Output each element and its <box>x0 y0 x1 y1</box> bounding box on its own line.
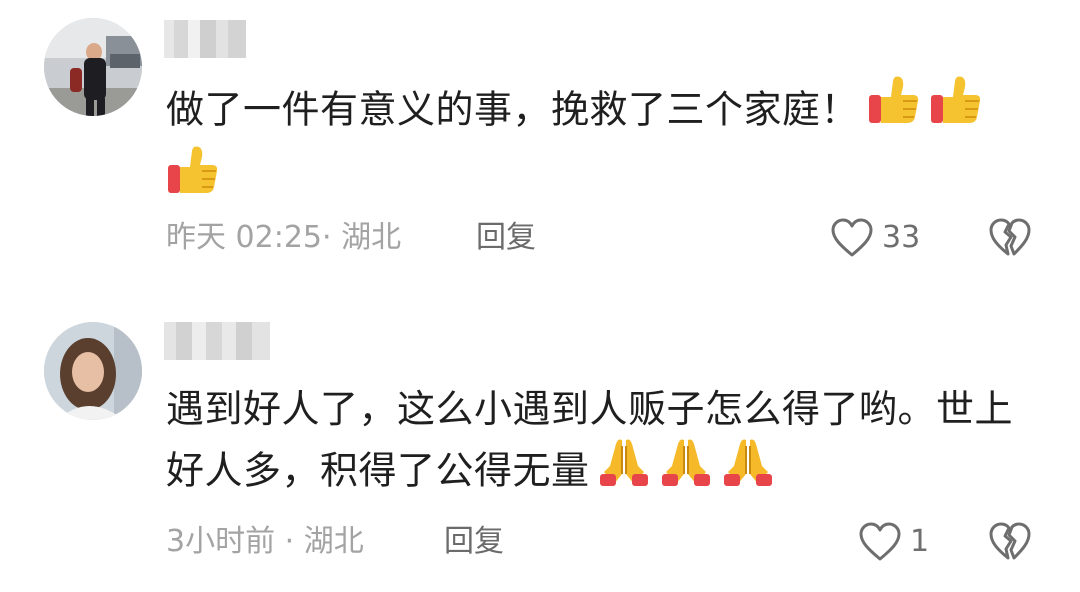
like-button[interactable]: 33 <box>830 218 920 258</box>
comment-time: 3小时前 <box>166 524 276 559</box>
username-blurred[interactable] <box>164 20 246 58</box>
avatar[interactable] <box>44 18 142 116</box>
comment-meta: 3小时前 · 湖北 <box>166 522 364 562</box>
comment-location: · 湖北 <box>284 524 364 559</box>
username-blurred[interactable] <box>164 322 270 360</box>
folded-hands-emoji <box>596 434 652 504</box>
comment-meta: 昨天 02:25· 湖北 <box>166 218 401 258</box>
avatar[interactable] <box>44 322 142 420</box>
broken-heart-icon <box>989 218 1031 256</box>
comment-item: 做了一件有意义的事，挽救了三个家庭！ 昨天 02:25· 湖北 回复 33 <box>0 0 1080 290</box>
like-button[interactable]: 1 <box>858 522 929 562</box>
heart-outline-icon <box>831 218 873 257</box>
comment-body: 遇到好人了，这么小遇到人贩子怎么得了哟。世上好人多，积得了公得无量 <box>166 387 1014 493</box>
broken-heart-icon <box>989 522 1031 560</box>
comment-body: 做了一件有意义的事，挽救了三个家庭！ <box>166 87 860 132</box>
thumbs-up-emoji <box>929 73 983 143</box>
comment-text: 遇到好人了，这么小遇到人贩子怎么得了哟。世上好人多，积得了公得无量 <box>166 380 1026 508</box>
like-count: 1 <box>910 524 930 559</box>
dislike-button[interactable] <box>988 218 1032 262</box>
like-count: 33 <box>882 220 921 255</box>
comment-location: · 湖北 <box>322 220 402 255</box>
comment-time: 昨天 02:25 <box>166 220 322 255</box>
comment-item: 遇到好人了，这么小遇到人贩子怎么得了哟。世上好人多，积得了公得无量 3小时前 ·… <box>0 300 1080 592</box>
reply-button[interactable]: 回复 <box>476 218 536 258</box>
comment-text: 做了一件有意义的事，挽救了三个家庭！ <box>166 76 1056 217</box>
folded-hands-emoji <box>720 434 776 504</box>
folded-hands-emoji <box>658 434 714 504</box>
reply-button[interactable]: 回复 <box>444 522 504 562</box>
dislike-button[interactable] <box>988 522 1032 566</box>
heart-outline-icon <box>859 522 901 561</box>
thumbs-up-emoji <box>166 143 220 213</box>
thumbs-up-emoji <box>867 73 921 143</box>
